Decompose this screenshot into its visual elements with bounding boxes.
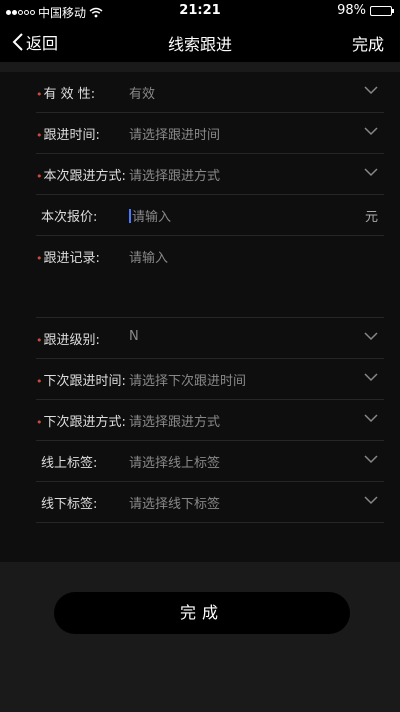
required-marker: • (36, 375, 43, 388)
record-row[interactable]: •跟进记录: 请输入 (36, 236, 384, 318)
bottom-action-area: 完成 (0, 562, 400, 712)
required-marker: • (36, 170, 43, 183)
offline-tags-label: 线下标签: (41, 497, 98, 512)
validity-value: 有效 (129, 87, 156, 102)
battery-percent: 98% (337, 3, 366, 18)
status-right: 98% (337, 3, 394, 18)
page-title: 线索跟进 (167, 35, 232, 54)
back-label: 返回 (26, 34, 59, 53)
chevron-down-icon (364, 86, 378, 95)
chevron-down-icon (364, 496, 378, 505)
offline-tags-row[interactable]: 线下标签: 请选择线下标签 (36, 482, 384, 523)
chevron-down-icon (364, 332, 378, 341)
quote-label: 本次报价: (41, 210, 98, 225)
followup-form: •有 效 性: 有效 •跟进时间: 请选择跟进时间 •本次跟进方式: 请选择跟进… (0, 72, 400, 562)
chevron-down-icon (364, 455, 378, 464)
online-tags-row[interactable]: 线上标签: 请选择线上标签 (36, 441, 384, 482)
done-button[interactable]: 完成 (352, 31, 384, 55)
status-bar: 中国移动 21:21 98% (0, 0, 400, 22)
followup-level-value: N (129, 329, 139, 344)
submit-button[interactable]: 完成 (54, 592, 350, 634)
required-marker: • (36, 252, 43, 265)
required-marker: • (36, 334, 43, 347)
offline-tags-picker: 请选择线下标签 (129, 497, 221, 512)
nav-bar: 返回 线索跟进 完成 (0, 22, 400, 62)
required-marker: • (36, 88, 43, 101)
followup-level-label: •跟进级别: (36, 333, 100, 348)
next-followup-time-label: •下次跟进时间: (36, 374, 126, 389)
record-label: •跟进记录: (36, 251, 100, 266)
next-followup-time-picker: 请选择下次跟进时间 (129, 374, 247, 389)
next-followup-time-row[interactable]: •下次跟进时间: 请选择下次跟进时间 (36, 359, 384, 400)
online-tags-picker: 请选择线上标签 (129, 456, 221, 471)
quote-unit: 元 (364, 210, 378, 225)
next-followup-method-picker: 请选择跟进方式 (129, 415, 221, 430)
followup-method-row[interactable]: •本次跟进方式: 请选择跟进方式 (36, 154, 384, 195)
validity-label: •有 效 性: (36, 87, 96, 102)
validity-row[interactable]: •有 效 性: 有效 (36, 72, 384, 113)
followup-method-label: •本次跟进方式: (36, 169, 126, 184)
chevron-left-icon (12, 33, 23, 51)
required-marker: • (36, 129, 43, 142)
followup-time-picker: 请选择跟进时间 (129, 128, 221, 143)
quote-row: 本次报价: 请输入 元 (36, 195, 384, 236)
next-followup-method-row[interactable]: •下次跟进方式: 请选择跟进方式 (36, 400, 384, 441)
followup-method-picker: 请选择跟进方式 (129, 169, 221, 184)
chevron-down-icon (364, 127, 378, 136)
next-followup-method-label: •下次跟进方式: (36, 415, 126, 430)
text-cursor (129, 209, 131, 223)
required-marker: • (36, 416, 43, 429)
battery-icon (370, 5, 394, 16)
quote-input[interactable]: 请输入 (129, 206, 171, 225)
followup-time-label: •跟进时间: (36, 128, 100, 143)
followup-level-row[interactable]: •跟进级别: N (36, 318, 384, 359)
online-tags-label: 线上标签: (41, 456, 98, 471)
chevron-down-icon (364, 373, 378, 382)
record-textarea[interactable]: 请输入 (129, 247, 168, 266)
back-button[interactable]: 返回 (12, 30, 58, 54)
followup-time-row[interactable]: •跟进时间: 请选择跟进时间 (36, 113, 384, 154)
section-gap (0, 62, 400, 72)
chevron-down-icon (364, 414, 378, 423)
chevron-down-icon (364, 168, 378, 177)
